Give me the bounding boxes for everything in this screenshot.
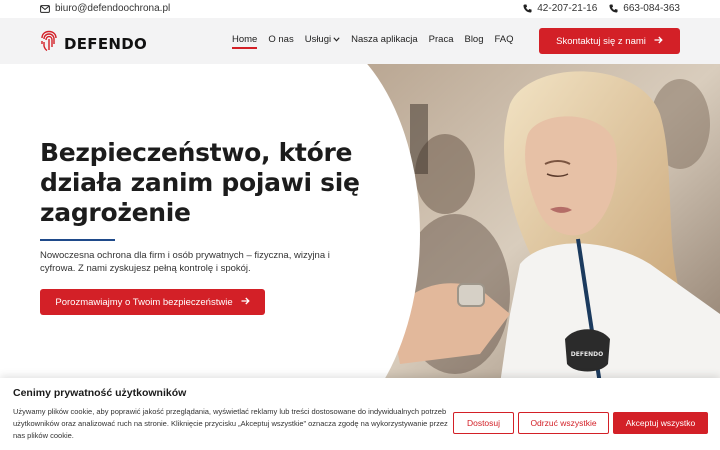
hero-description: Nowoczesna ochrona dla firm i osób prywa… bbox=[40, 250, 330, 274]
nav-item-home[interactable]: Home bbox=[232, 34, 258, 49]
nav-item-services[interactable]: Usługi bbox=[305, 34, 340, 45]
phone-contact-1[interactable]: 42-207-21-16 bbox=[523, 3, 597, 14]
nav-item-blog[interactable]: Blog bbox=[464, 34, 483, 45]
arrow-right-icon bbox=[241, 297, 250, 308]
nav-item-about[interactable]: O nas bbox=[268, 34, 293, 45]
badge-text: DEFENDO bbox=[571, 351, 603, 358]
nav-item-app[interactable]: Nasza aplikacja bbox=[351, 34, 418, 45]
contact-us-label: Skontaktuj się z nami bbox=[556, 35, 646, 47]
cookie-title: Cenimy prywatność użytkowników bbox=[13, 387, 187, 399]
contact-us-button[interactable]: Skontaktuj się z nami bbox=[539, 28, 680, 54]
chevron-down-icon bbox=[333, 34, 340, 45]
nav-item-jobs[interactable]: Praca bbox=[429, 34, 454, 45]
main-navigation: Home O nas Usługi Nasza aplikacja Praca … bbox=[232, 34, 514, 49]
envelope-icon bbox=[40, 4, 50, 13]
cookie-reject-all-button[interactable]: Odrzuć wszystkie bbox=[518, 412, 609, 434]
email-contact[interactable]: biuro@defendoochrona.pl bbox=[40, 3, 170, 14]
site-logo[interactable]: DEFENDO bbox=[40, 30, 147, 57]
phone-number-1: 42-207-21-16 bbox=[537, 3, 598, 14]
nav-item-services-label: Usługi bbox=[304, 34, 332, 45]
cookie-consent-banner: Cenimy prywatność użytkowników Używamy p… bbox=[0, 378, 720, 450]
nav-item-faq[interactable]: FAQ bbox=[495, 34, 514, 45]
cookie-customize-button[interactable]: Dostosuj bbox=[453, 412, 514, 434]
cookie-text: Używamy plików cookie, aby poprawić jako… bbox=[13, 407, 448, 440]
phone-contact-2[interactable]: 663-084-363 bbox=[609, 3, 680, 14]
talk-about-security-button[interactable]: Porozmawiajmy o Twoim bezpieczeństwie bbox=[40, 289, 265, 315]
talk-about-security-label: Porozmawiajmy o Twoim bezpieczeństwie bbox=[55, 296, 233, 308]
fingerprint-logo-icon bbox=[40, 30, 58, 57]
logo-text: DEFENDO bbox=[64, 34, 148, 53]
cookie-accept-all-button[interactable]: Akceptuj wszystko bbox=[613, 412, 708, 434]
arrow-right-icon bbox=[654, 36, 663, 47]
phone-number-2: 663-084-363 bbox=[623, 3, 680, 14]
phone-icon bbox=[609, 4, 618, 13]
email-text: biuro@defendoochrona.pl bbox=[55, 3, 171, 14]
top-contact-bar: biuro@defendoochrona.pl 42-207-21-16 663… bbox=[0, 0, 720, 18]
phone-icon bbox=[523, 4, 532, 13]
site-header: DEFENDO Home O nas Usługi Nasza aplikacj… bbox=[0, 18, 720, 64]
hero-title: Bezpieczeństwo, które działa zanim pojaw… bbox=[40, 138, 360, 227]
hero-section: DEFENDO Bezpieczeństwo, które działa zan… bbox=[0, 64, 720, 384]
hero-divider bbox=[40, 239, 115, 241]
